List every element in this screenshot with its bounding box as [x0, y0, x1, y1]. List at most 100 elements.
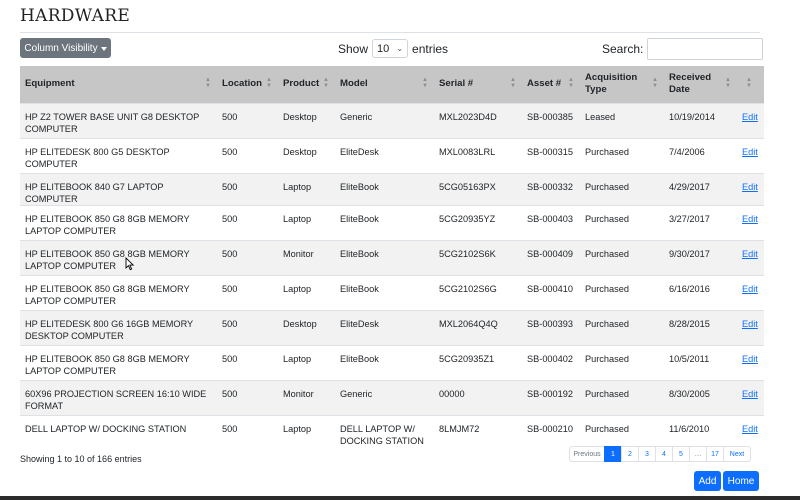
cell-asset: SB-000409 — [522, 239, 580, 275]
edit-link[interactable]: Edit — [742, 147, 758, 157]
pagination-page-17[interactable]: 17 — [706, 446, 724, 462]
cell-acquisition-type: Purchased — [580, 137, 664, 173]
caret-down-icon — [100, 46, 107, 51]
cell-asset: SB-000192 — [522, 379, 580, 415]
edit-link[interactable]: Edit — [742, 319, 758, 329]
column-visibility-label: Column Visibility — [24, 42, 98, 54]
cell-location: 500 — [217, 239, 278, 275]
edit-link[interactable]: Edit — [742, 182, 758, 192]
cell-asset: SB-000393 — [522, 309, 580, 345]
column-header-label: Location — [222, 78, 262, 90]
sort-arrows-icon: ▲ ▼ — [205, 77, 211, 89]
pagination-page-3[interactable]: 3 — [638, 446, 656, 462]
cell-product: Laptop — [278, 344, 335, 380]
cell-received-date: 6/16/2016 — [664, 274, 737, 310]
column-header: ▲ ▼ — [737, 66, 764, 103]
column-header[interactable]: Acquisition Type ▲ ▼ — [580, 66, 664, 103]
cell-serial: MXL2023D4D — [434, 102, 522, 138]
sort-arrows-icon: ▲ ▼ — [266, 77, 272, 89]
chevron-down-icon: ⌄ — [396, 44, 404, 53]
table-row: DELL LAPTOP W/ DOCKING STATION 500 Laptop D… — [20, 414, 764, 450]
pagination-page-4[interactable]: 4 — [655, 446, 673, 462]
entries-select-value: 10 — [377, 42, 390, 55]
column-header-label: Model — [340, 78, 368, 90]
cell-serial: MXL0083LRL — [434, 137, 522, 173]
cell-asset: SB-000210 — [522, 414, 580, 450]
edit-link[interactable]: Edit — [742, 389, 758, 399]
cell-acquisition-type: Purchased — [580, 309, 664, 345]
cell-equipment: HP Z2 TOWER BASE UNIT G8 DESKTOP COMPUTE… — [20, 102, 217, 138]
pagination-previous[interactable]: Previous — [569, 446, 605, 462]
cell-acquisition-type: Purchased — [580, 172, 664, 205]
search-input[interactable] — [647, 38, 764, 60]
edit-link: Edit — [737, 137, 764, 173]
cell-product: Laptop — [278, 274, 335, 310]
table-row: 60X96 PROJECTION SCREEN 16:10 WIDE FORMA… — [20, 379, 764, 415]
cell-acquisition-type: Purchased — [580, 274, 664, 310]
column-header-label: Equipment — [25, 78, 75, 90]
cell-product: Monitor — [278, 379, 335, 415]
edit-link[interactable]: Edit — [742, 112, 758, 122]
cell-location: 500 — [217, 344, 278, 380]
cell-acquisition-type: Purchased — [580, 344, 664, 380]
column-header[interactable]: Product ▲ ▼ — [278, 66, 335, 103]
cell-model: EliteBook — [335, 239, 434, 275]
column-header[interactable]: Asset # ▲ ▼ — [522, 66, 580, 103]
cell-asset: SB-000385 — [522, 102, 580, 138]
mouse-pointer-icon — [125, 257, 135, 271]
edit-link[interactable]: Edit — [742, 424, 758, 434]
table-body: HP Z2 TOWER BASE UNIT G8 DESKTOP COMPUTE… — [20, 102, 764, 450]
sort-arrows-icon: ▲ ▼ — [568, 77, 574, 89]
cell-model: EliteBook — [335, 274, 434, 310]
pagination-page-5[interactable]: 5 — [672, 446, 690, 462]
add-button[interactable]: Add — [694, 471, 721, 491]
pagination-page-1[interactable]: 1 — [604, 446, 622, 462]
edit-link: Edit — [737, 274, 764, 310]
sort-arrows-icon: ▲ ▼ — [652, 77, 658, 89]
cell-received-date: 8/30/2005 — [664, 379, 737, 415]
sort-arrows-icon: ▲ ▼ — [725, 77, 731, 89]
table-row: HP ELITEBOOK 850 G8 8GB MEMORY LAPTOP CO… — [20, 274, 764, 310]
cell-received-date: 11/6/2010 — [664, 414, 737, 450]
home-button[interactable]: Home — [723, 471, 759, 491]
entries-select[interactable]: 10 ⌄ — [372, 39, 409, 58]
column-header[interactable]: Serial # ▲ ▼ — [434, 66, 522, 103]
edit-link[interactable]: Edit — [742, 214, 758, 224]
cell-serial: 5CG20935YZ — [434, 204, 522, 240]
column-visibility-button[interactable]: Column Visibility — [20, 38, 111, 58]
cell-asset: SB-000410 — [522, 274, 580, 310]
cell-equipment: HP ELITEBOOK 850 G8 8GB MEMORY LAPTOP CO… — [20, 204, 217, 240]
cell-product: Monitor — [278, 239, 335, 275]
cell-location: 500 — [217, 309, 278, 345]
edit-link: Edit — [737, 309, 764, 345]
show-label: Show — [338, 41, 369, 56]
cell-equipment: HP ELITEBOOK 840 G7 LAPTOP COMPUTER — [20, 172, 217, 205]
pagination-next[interactable]: Next — [723, 446, 751, 462]
page-title: HARDWARE — [20, 6, 131, 26]
edit-link: Edit — [737, 344, 764, 380]
cell-asset: SB-000332 — [522, 172, 580, 205]
column-header[interactable]: Received Date ▲ ▼ — [664, 66, 737, 103]
column-header[interactable]: Location ▲ ▼ — [217, 66, 278, 103]
column-header[interactable]: Equipment ▲ ▼ — [20, 66, 217, 103]
edit-link: Edit — [737, 102, 764, 138]
edit-link[interactable]: Edit — [742, 284, 758, 294]
edit-link[interactable]: Edit — [742, 354, 758, 364]
pagination-page-2[interactable]: 2 — [621, 446, 639, 462]
table-row: HP ELITEBOOK 840 G7 LAPTOP COMPUTER 500 La… — [20, 172, 764, 205]
cell-serial: 00000 — [434, 379, 522, 415]
cell-serial: 5CG20935Z1 — [434, 344, 522, 380]
column-header[interactable]: Model ▲ ▼ — [335, 66, 434, 103]
edit-link[interactable]: Edit — [742, 249, 758, 259]
edit-link: Edit — [737, 204, 764, 240]
search-control: Search: — [602, 38, 764, 60]
cell-serial: 5CG2102S6K — [434, 239, 522, 275]
search-label: Search: — [602, 42, 644, 56]
edit-link: Edit — [737, 379, 764, 415]
cell-equipment: DELL LAPTOP W/ DOCKING STATION — [20, 414, 217, 450]
table-info: Showing 1 to 10 of 166 entries — [20, 454, 142, 464]
cell-equipment: HP ELITEBOOK 850 G8 8GB MEMORY LAPTOP CO… — [20, 239, 217, 275]
cell-equipment: HP ELITEDESK 800 G6 16GB MEMORY DESKTOP … — [20, 309, 217, 345]
taskbar-strip — [0, 496, 800, 500]
cell-equipment: HP ELITEBOOK 850 G8 8GB MEMORY LAPTOP CO… — [20, 344, 217, 380]
